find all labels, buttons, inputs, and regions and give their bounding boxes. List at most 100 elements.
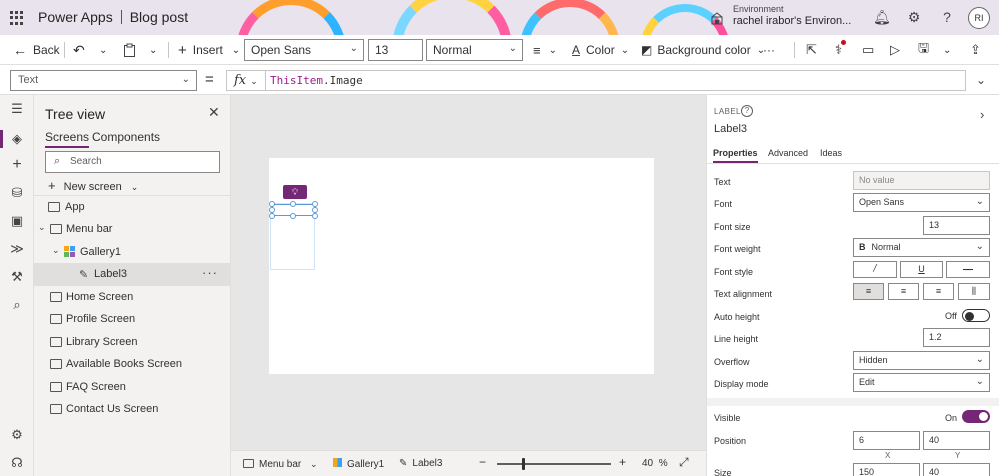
publish-button[interactable]: ⇪ [970,35,981,65]
app-screen-canvas[interactable]: 💡︎ [269,158,654,374]
media-icon[interactable]: ▣ [9,213,25,229]
zoom-out-button[interactable]: − [479,455,486,469]
breadcrumb-screen[interactable]: Menu bar ⌄ [243,458,318,470]
zoom-slider-thumb[interactable] [522,458,525,470]
text-align-button[interactable]: ≡ ⌄ [533,35,557,65]
breadcrumb-label[interactable]: ✎ Label3 [399,458,442,469]
tree-item-library-screen[interactable]: Library Screen [34,331,230,353]
resize-handle[interactable] [312,213,318,219]
formula-input[interactable]: ThisItem.Image [266,70,966,91]
font-family-dropdown[interactable]: Open Sans ⌄ [244,39,364,61]
ideas-lightbulb-icon[interactable]: 💡︎ [283,185,307,199]
undo-button[interactable]: ↶ [73,35,85,65]
app-checker-button[interactable]: ⚕ [835,35,847,65]
notifications-bell-icon[interactable]: 🔔︎ [873,9,891,25]
expand-formula-chevron-icon[interactable]: ⌄ [976,73,986,87]
comments-button[interactable]: ▭ [862,35,874,65]
tab-properties[interactable]: Properties [713,148,758,163]
strikethrough-button[interactable]: – [946,261,990,278]
font-weight-prop-dropdown[interactable]: B Normal ⌄ [853,238,990,257]
align-left-icon[interactable]: ≡ [853,283,884,300]
tree-item-available-books-screen[interactable]: Available Books Screen [34,353,230,375]
save-button[interactable]: 🖫︎ [918,35,929,65]
font-prop-dropdown[interactable]: Open Sans ⌄ [853,193,990,212]
resize-handle[interactable] [269,213,275,219]
avatar[interactable]: RI [968,7,990,29]
search-icon[interactable]: ⌕ [9,297,25,313]
tree-item-contact-us-screen[interactable]: Contact Us Screen [34,398,230,420]
tree-item-label: FAQ Screen [66,381,126,393]
color-button[interactable]: A Color ⌄ [572,35,629,65]
underline-button[interactable]: U [900,261,943,278]
align-right-icon[interactable]: ≡ [923,283,954,300]
close-icon[interactable]: ✕ [208,104,220,121]
new-screen-button[interactable]: + New screen ⌄ [48,178,138,193]
font-size-prop-input[interactable]: 13 [923,216,990,235]
font-size-prop-value: 13 [929,220,940,230]
position-y-input[interactable]: 40 [923,431,990,450]
display-mode-prop-dropdown[interactable]: Edit ⌄ [853,373,990,392]
insert-plus-icon[interactable]: + [9,157,25,173]
tab-advanced[interactable]: Advanced [768,148,808,158]
align-justify-icon[interactable]: ⫼ [958,283,990,300]
insert-button[interactable]: + Insert ⌄ [178,35,240,65]
line-height-prop-input[interactable]: 1.2 [923,328,990,347]
save-menu-chevron[interactable]: ⌄ [943,35,951,65]
environment-name[interactable]: rachel irabor's Environ... [733,15,851,27]
tree-item-app[interactable]: App [34,196,230,218]
more-commands-button[interactable]: ··· [763,35,775,65]
breadcrumb-gallery[interactable]: Gallery1 [333,458,384,470]
property-dropdown[interactable]: Text ⌄ [10,70,197,91]
overflow-prop-dropdown[interactable]: Hidden ⌄ [853,351,990,370]
fx-button[interactable]: fx ⌄ [226,70,266,91]
clipboard-menu-chevron[interactable]: ⌄ [149,35,157,65]
italic-button[interactable]: / [853,261,897,278]
chevron-down-icon: ⌄ [548,44,557,56]
back-button[interactable]: ← Back [13,35,60,65]
auto-height-toggle[interactable] [962,309,990,322]
font-size-input[interactable]: 13 [368,39,423,61]
tree-search-input[interactable]: ⌕ Search [45,151,220,173]
settings-gear-icon[interactable]: ⚙ [9,427,25,443]
zoom-in-button[interactable]: + [619,455,626,469]
tree-item-menu-bar[interactable]: ⌄ Menu bar [34,218,230,240]
tree-item-faq-screen[interactable]: FAQ Screen [34,376,230,398]
canvas-area: 💡︎ [231,95,706,450]
tree-item-label3[interactable]: ✎ Label3 ··· [34,263,230,285]
tree-item-gallery1[interactable]: ⌄ Gallery1 [34,241,230,263]
tree-item-home-screen[interactable]: Home Screen [34,286,230,308]
fit-to-window-icon[interactable]: ⤢ [679,455,689,470]
settings-gear-icon[interactable]: ⚙ [906,9,922,25]
resize-handle[interactable] [290,201,296,207]
background-color-label: Background color [657,43,751,57]
size-width-input[interactable]: 150 [853,463,920,476]
power-automate-icon[interactable]: ≫ [9,241,25,257]
chevron-right-icon[interactable]: › [980,107,984,122]
more-options-icon[interactable]: ··· [202,265,218,280]
virtual-agent-icon[interactable]: ☊ [9,455,25,471]
clipboard-button[interactable] [123,35,136,65]
align-center-icon[interactable]: ≡ [888,283,919,300]
help-question-icon[interactable]: ? [939,9,955,25]
text-prop-input[interactable]: No value [853,171,990,190]
data-cylinder-icon[interactable]: ⛁ [9,185,25,201]
position-x-input[interactable]: 6 [853,431,920,450]
tree-item-profile-screen[interactable]: Profile Screen [34,308,230,330]
zoom-slider[interactable] [497,458,611,470]
share-button[interactable]: ⇱ [806,35,817,65]
resize-handle[interactable] [290,213,296,219]
font-weight-dropdown[interactable]: Normal ⌄ [426,39,523,61]
hamburger-menu-icon[interactable]: ☰ [9,101,25,117]
preview-button[interactable]: ▷ [890,35,900,65]
advanced-tools-icon[interactable]: ⚒ [9,269,25,285]
background-color-button[interactable]: ◩ Background color ⌄ [641,35,765,65]
tab-screens[interactable]: Screens [45,130,90,148]
tab-components[interactable]: Components [92,130,160,144]
app-launcher-icon[interactable] [10,11,24,25]
size-height-input[interactable]: 40 [923,463,990,476]
undo-menu-chevron[interactable]: ⌄ [99,35,107,65]
tree-view-layers-icon[interactable]: ◈ [9,131,25,147]
visible-toggle[interactable] [962,410,990,423]
tab-ideas[interactable]: Ideas [820,148,842,158]
help-question-icon[interactable]: ? [741,105,753,117]
